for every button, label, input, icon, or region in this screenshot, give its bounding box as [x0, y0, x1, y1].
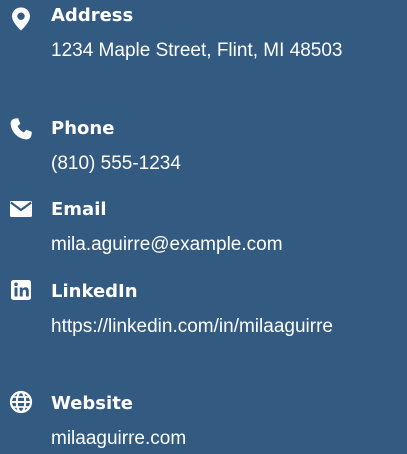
phone-link[interactable]: (810) 555-1234 [51, 148, 391, 179]
envelope-icon [8, 196, 34, 222]
phone-icon [8, 116, 34, 142]
linkedin-label: LinkedIn [51, 281, 138, 302]
map-pin-icon [8, 6, 34, 32]
email-label: Email [51, 199, 107, 220]
contact-info-panel: Address 1234 Maple Street, Flint, MI 485… [0, 0, 407, 450]
website-link[interactable]: milaaguirre.com [51, 423, 391, 454]
globe-icon [8, 389, 34, 415]
address-label: Address [51, 5, 134, 26]
email-link[interactable]: mila.aguirre@example.com [51, 229, 391, 260]
linkedin-icon [8, 277, 34, 303]
address-value: 1234 Maple Street, Flint, MI 48503 [51, 40, 343, 61]
phone-label: Phone [51, 118, 115, 139]
linkedin-link[interactable]: https://linkedin.com/in/milaaguirre [51, 311, 391, 342]
website-label: Website [51, 393, 134, 414]
